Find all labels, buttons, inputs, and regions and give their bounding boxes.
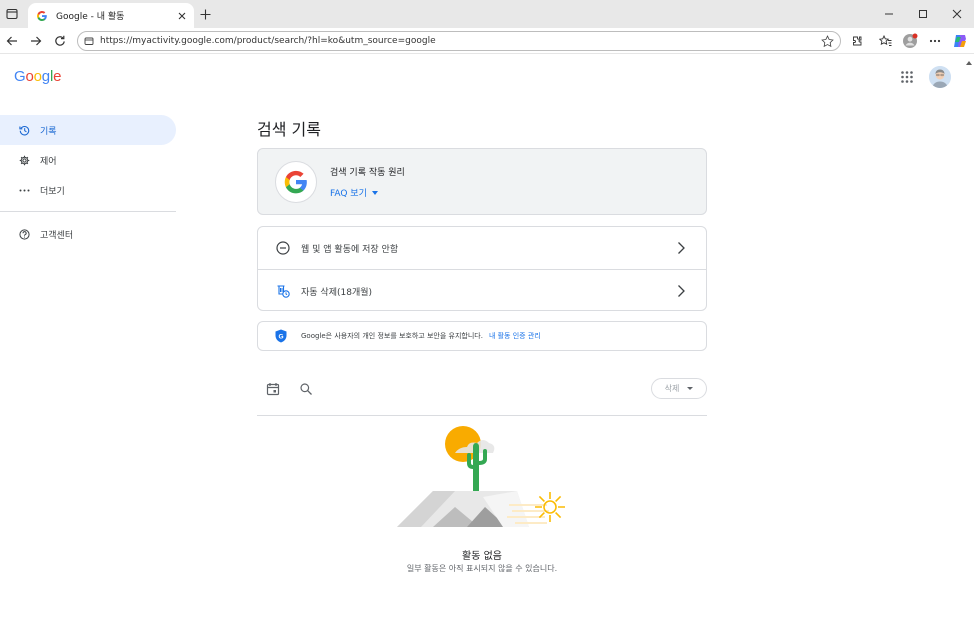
extensions-icon[interactable] [849, 33, 865, 49]
account-avatar[interactable] [929, 66, 951, 88]
sidebar-item-history[interactable]: 기록 [0, 115, 176, 145]
tab-title: Google - 내 활동 [56, 12, 125, 22]
scroll-up-icon[interactable] [966, 61, 972, 65]
auto-delete-row[interactable]: 자동 삭제(18개월) [258, 270, 706, 312]
google-favicon-icon [37, 10, 47, 21]
info-card-title: 검색 기록 작동 원리 [330, 168, 405, 178]
delete-button[interactable]: 삭제 [651, 378, 707, 399]
calendar-icon[interactable] [266, 382, 280, 396]
reload-icon[interactable] [52, 33, 68, 49]
chevron-right-icon [678, 242, 685, 254]
history-icon [18, 124, 30, 136]
my-activity-page: Google 기록 제어 더보기 고객센터 검색 기록 검색 기록 작동 원리 … [0, 55, 964, 631]
privacy-text: Google은 사용자의 개인 정보를 보호하고 보안을 유지합니다. [301, 332, 483, 340]
caret-down-icon [687, 387, 694, 390]
gear-icon [18, 154, 30, 166]
more-menu-icon[interactable] [927, 33, 943, 49]
site-info-icon[interactable] [84, 36, 94, 46]
auto-delete-icon [275, 284, 290, 299]
svg-text:G: G [278, 334, 283, 341]
web-app-activity-label: 웹 및 앱 활동에 저장 안함 [301, 244, 399, 255]
faq-label: FAQ 보기 [330, 189, 367, 199]
browser-toolbar: https://myactivity.google.com/product/se… [0, 28, 974, 54]
address-bar[interactable]: https://myactivity.google.com/product/se… [77, 31, 841, 51]
close-window-icon[interactable] [940, 0, 974, 28]
search-icon[interactable] [299, 382, 313, 396]
favorite-star-icon[interactable] [821, 35, 834, 48]
tab-actions-icon[interactable] [4, 6, 20, 22]
web-app-activity-row[interactable]: 웹 및 앱 활동에 저장 안함 [258, 227, 706, 269]
delete-label: 삭제 [664, 384, 680, 393]
google-g-icon [284, 170, 307, 194]
sidebar-item-more[interactable]: 더보기 [0, 175, 176, 205]
sidebar-item-controls[interactable]: 제어 [0, 145, 176, 175]
google-g-badge [275, 161, 317, 203]
google-apps-icon[interactable] [900, 70, 914, 84]
empty-state-title: 활동 없음 [462, 551, 502, 562]
copilot-icon[interactable] [952, 33, 968, 49]
shield-icon: G [275, 329, 287, 343]
privacy-notice-card: G Google은 사용자의 개인 정보를 보호하고 보안을 유지합니다. 내 … [257, 321, 707, 351]
minimize-icon[interactable] [872, 0, 906, 28]
browser-tab[interactable]: Google - 내 활동 [28, 3, 194, 28]
google-logo[interactable]: Google [14, 68, 61, 85]
sidebar-item-label: 기록 [40, 126, 57, 137]
profile-icon[interactable] [902, 33, 918, 49]
history-settings-card: 웹 및 앱 활동에 저장 안함 자동 삭제(18개월) [257, 226, 707, 311]
close-tab-icon[interactable] [176, 10, 188, 22]
filter-bar: 삭제 [257, 376, 707, 416]
sidebar-item-help[interactable]: 고객센터 [0, 219, 176, 249]
forward-icon[interactable] [28, 33, 44, 49]
more-icon [18, 184, 30, 196]
chevron-right-icon [678, 285, 685, 297]
url-text: https://myactivity.google.com/product/se… [100, 36, 436, 46]
sidebar-item-label: 제어 [40, 156, 57, 167]
tab-strip: Google - 내 활동 [0, 0, 974, 28]
sidebar-divider [0, 211, 176, 212]
manage-verification-link[interactable]: 내 활동 인증 관리 [489, 331, 541, 341]
auto-delete-label: 자동 삭제(18개월) [301, 287, 373, 298]
how-search-history-works-card: 검색 기록 작동 원리 FAQ 보기 [257, 148, 707, 215]
back-icon[interactable] [4, 33, 20, 49]
help-icon [18, 228, 30, 240]
sidebar-item-label: 더보기 [40, 186, 65, 197]
page-title: 검색 기록 [257, 120, 321, 139]
page-scrollbar[interactable] [964, 55, 974, 631]
desert-cactus-illustration [397, 426, 565, 527]
faq-button[interactable]: FAQ 보기 [330, 186, 378, 199]
sidebar-item-label: 고객센터 [40, 230, 74, 241]
maximize-icon[interactable] [906, 0, 940, 28]
empty-state-subtitle: 일부 활동은 아직 표시되지 않을 수 있습니다. [406, 564, 558, 573]
minus-circle-icon [275, 241, 290, 256]
sidebar: 기록 제어 더보기 고객센터 [0, 115, 176, 249]
new-tab-icon[interactable] [197, 6, 213, 22]
caret-down-icon [371, 190, 378, 195]
favorites-icon[interactable] [877, 33, 893, 49]
